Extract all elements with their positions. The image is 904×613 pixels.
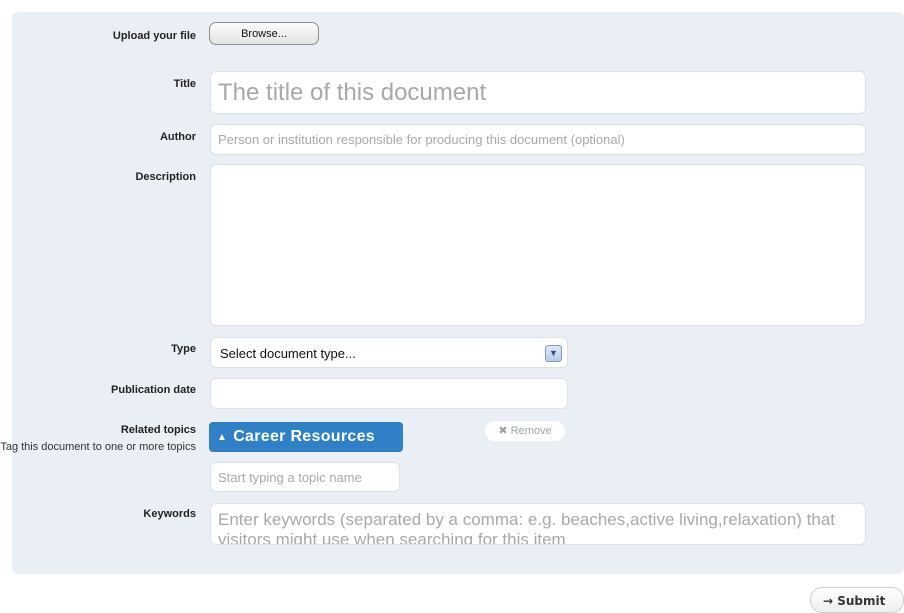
publication-date-input[interactable] — [210, 378, 568, 409]
related-topics-help: Tag this document to one or more topics — [0, 441, 196, 453]
tag-icon: ▲ — [217, 432, 228, 443]
title-input[interactable] — [210, 71, 866, 114]
upload-label: Upload your file — [112, 30, 196, 42]
type-label: Type — [171, 343, 196, 355]
author-label: Author — [159, 131, 196, 143]
topic-tag-label: Career Resources — [233, 428, 375, 445]
topic-tag-career-resources[interactable]: ▲ Career Resources — [209, 422, 403, 452]
document-type-select[interactable]: Select document type... ▼ — [210, 337, 568, 368]
chevron-down-icon[interactable]: ▼ — [545, 345, 562, 362]
publication-date-label: Publication date — [111, 384, 196, 396]
description-textarea[interactable] — [210, 164, 866, 326]
author-input[interactable] — [210, 124, 866, 155]
description-label: Description — [135, 171, 196, 183]
submit-button[interactable]: → Submit — [810, 587, 904, 613]
keywords-placeholder: Enter keywords (separated by a comma: e.… — [218, 510, 836, 545]
keywords-textarea[interactable]: Enter keywords (separated by a comma: e.… — [210, 503, 866, 545]
document-type-selected: Select document type... — [220, 346, 356, 361]
keywords-label: Keywords — [143, 508, 196, 520]
remove-topic-button[interactable]: ✖ Remove — [485, 421, 565, 441]
browse-button[interactable]: Browse... — [209, 22, 319, 45]
related-topics-label: Related topics — [120, 424, 196, 436]
title-label: Title — [173, 78, 196, 90]
topic-search-input[interactable] — [210, 462, 400, 492]
